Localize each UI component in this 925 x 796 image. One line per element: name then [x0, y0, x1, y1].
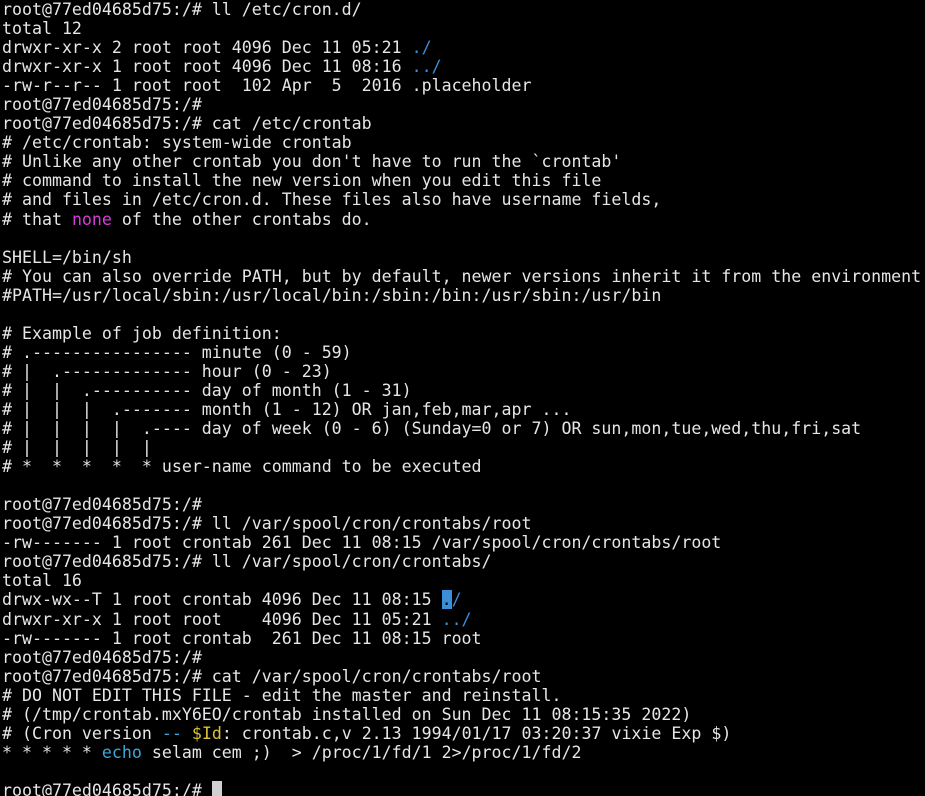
terminal-text: root@77ed04685d75:/# — [2, 647, 202, 667]
terminal-line: # (Cron version -- $Id: crontab.c,v 2.13… — [2, 724, 925, 743]
terminal-text: ./ — [411, 38, 432, 58]
text-cursor[interactable] — [211, 780, 222, 796]
terminal-text: of the other crontabs do. — [111, 209, 372, 229]
terminal-text: # | | | .------- month (1 - 12) OR jan,f… — [2, 399, 572, 419]
terminal-line: # that none of the other crontabs do. — [2, 210, 925, 229]
terminal-line: * * * * * echo selam cem ;) > /proc/1/fd… — [2, 743, 925, 762]
terminal-text: # DO NOT EDIT THIS FILE - edit the maste… — [2, 685, 562, 705]
terminal-text: # | | | | | — [2, 438, 152, 458]
terminal-line: root@77ed04685d75:/# ll /var/spool/cron/… — [2, 514, 925, 533]
terminal-line: # /etc/crontab: system-wide crontab — [2, 133, 925, 152]
terminal-text: / — [451, 590, 462, 610]
terminal-line: # | | | | .---- day of week (0 - 6) (Sun… — [2, 419, 925, 438]
terminal-text: # (Cron version — [2, 723, 162, 743]
terminal-line: root@77ed04685d75:/# — [2, 95, 925, 114]
terminal-text: SHELL=/bin/sh — [2, 247, 132, 267]
terminal-text: root@77ed04685d75:/# cat /var/spool/cron… — [2, 666, 542, 686]
terminal-text: root@77ed04685d75:/# ll /var/spool/cron/… — [2, 514, 532, 534]
terminal-text: none — [71, 209, 112, 229]
terminal-line: root@77ed04685d75:/# — [2, 495, 925, 514]
terminal-text: # and files in /etc/cron.d. These files … — [2, 190, 662, 210]
terminal-line: root@77ed04685d75:/# cat /etc/crontab — [2, 114, 925, 133]
terminal-text: # | .------------- hour (0 - 23) — [2, 361, 332, 381]
terminal-line: # and files in /etc/cron.d. These files … — [2, 190, 925, 209]
terminal-line: total 16 — [2, 571, 925, 590]
terminal-window[interactable]: root@77ed04685d75:/# ll /etc/cron.d/tota… — [0, 0, 925, 796]
terminal-line: # command to install the new version whe… — [2, 171, 925, 190]
terminal-line: drwxr-xr-x 2 root root 4096 Dec 11 05:21… — [2, 38, 925, 57]
terminal-text: # (/tmp/crontab.mxY6EO/crontab installed… — [2, 704, 692, 724]
terminal-line: # You can also override PATH, but by def… — [2, 267, 925, 286]
terminal-line: drwx-wx--T 1 root crontab 4096 Dec 11 08… — [2, 590, 925, 610]
terminal-text: -rw------- 1 root crontab 261 Dec 11 08:… — [2, 533, 722, 553]
terminal-line: drwxr-xr-x 1 root root 4096 Dec 11 08:16… — [2, 57, 925, 76]
terminal-line: #PATH=/usr/local/sbin:/usr/local/bin:/sb… — [2, 286, 925, 305]
terminal-text: root@77ed04685d75:/# ll /var/spool/cron/… — [2, 552, 492, 572]
terminal-line: total 12 — [2, 19, 925, 38]
terminal-text: drwxr-xr-x 2 root root 4096 Dec 11 05:21 — [2, 38, 412, 58]
terminal-line: # DO NOT EDIT THIS FILE - edit the maste… — [2, 686, 925, 705]
terminal-text: drwxr-xr-x 1 root root 4096 Dec 11 08:16 — [2, 57, 412, 77]
terminal-line: SHELL=/bin/sh — [2, 248, 925, 267]
terminal-text: ../ — [411, 57, 442, 77]
terminal-line: # | | | .------- month (1 - 12) OR jan,f… — [2, 400, 925, 419]
terminal-text: echo — [101, 742, 142, 762]
terminal-text: # Unlike any other crontab you don't hav… — [2, 152, 622, 172]
terminal-text: root@77ed04685d75:/# ll /etc/cron.d/ — [2, 0, 362, 19]
terminal-text: drwxr-xr-x 1 root root 4096 Dec 11 05:21 — [2, 609, 442, 629]
terminal-text: -rw------- 1 root crontab 261 Dec 11 08:… — [2, 628, 482, 648]
terminal-text: total 12 — [2, 19, 82, 39]
terminal-text: # command to install the new version whe… — [2, 171, 602, 191]
terminal-text: # | | .---------- day of month (1 - 31) — [2, 380, 412, 400]
terminal-text: drwx-wx--T 1 root crontab 4096 Dec 11 08… — [2, 590, 442, 610]
terminal-line: drwxr-xr-x 1 root root 4096 Dec 11 05:21… — [2, 610, 925, 629]
terminal-text: ../ — [441, 609, 472, 629]
terminal-line: # * * * * * user-name command to be exec… — [2, 457, 925, 476]
terminal-text: root@77ed04685d75:/# — [2, 95, 202, 115]
terminal-text: root@77ed04685d75:/# — [2, 780, 212, 796]
terminal-text: # | | | | .---- day of week (0 - 6) (Sun… — [2, 419, 862, 439]
terminal-line: # .---------------- minute (0 - 59) — [2, 343, 925, 362]
terminal-line: root@77ed04685d75:/# — [2, 648, 925, 667]
terminal-line: # | | | | | — [2, 438, 925, 457]
terminal-text: selam cem ;) > /proc/1/fd/1 2>/proc/1/fd… — [141, 742, 582, 762]
terminal-line: -rw------- 1 root crontab 261 Dec 11 08:… — [2, 629, 925, 648]
terminal-text: root@77ed04685d75:/# cat /etc/crontab — [2, 114, 372, 134]
terminal-text: #PATH=/usr/local/sbin:/usr/local/bin:/sb… — [2, 285, 662, 305]
terminal-line: -rw-r--r-- 1 root root 102 Apr 5 2016 .p… — [2, 76, 925, 95]
terminal-line: root@77ed04685d75:/# ll /etc/cron.d/ — [2, 0, 925, 19]
terminal-text: # You can also override PATH, but by def… — [2, 266, 922, 286]
terminal-line: # Example of job definition: — [2, 324, 925, 343]
terminal-text: -- — [161, 723, 182, 743]
terminal-line: # | | .---------- day of month (1 - 31) — [2, 381, 925, 400]
terminal-text: . — [441, 590, 452, 610]
terminal-text: # .---------------- minute (0 - 59) — [2, 342, 352, 362]
terminal-text: * * * * * — [2, 742, 102, 762]
terminal-text: total 16 — [2, 571, 82, 591]
terminal-text: root@77ed04685d75:/# — [2, 495, 202, 515]
terminal-line: # (/tmp/crontab.mxY6EO/crontab installed… — [2, 705, 925, 724]
terminal-line: # | .------------- hour (0 - 23) — [2, 362, 925, 381]
terminal-text: $Id — [191, 723, 222, 743]
terminal-line: root@77ed04685d75:/# ll /var/spool/cron/… — [2, 552, 925, 571]
terminal-text: : crontab.c,v 2.13 1994/01/17 03:20:37 v… — [221, 723, 732, 743]
terminal-line: root@77ed04685d75:/# — [2, 780, 925, 796]
terminal-line: -rw------- 1 root crontab 261 Dec 11 08:… — [2, 533, 925, 552]
terminal-line: root@77ed04685d75:/# cat /var/spool/cron… — [2, 667, 925, 686]
terminal-text: # * * * * * user-name command to be exec… — [2, 457, 482, 477]
terminal-text: # that — [2, 209, 72, 229]
terminal-text: # Example of job definition: — [2, 323, 282, 343]
terminal-text: -rw-r--r-- 1 root root 102 Apr 5 2016 .p… — [2, 76, 532, 96]
terminal-text: # /etc/crontab: system-wide crontab — [2, 133, 352, 153]
terminal-line: # Unlike any other crontab you don't hav… — [2, 152, 925, 171]
